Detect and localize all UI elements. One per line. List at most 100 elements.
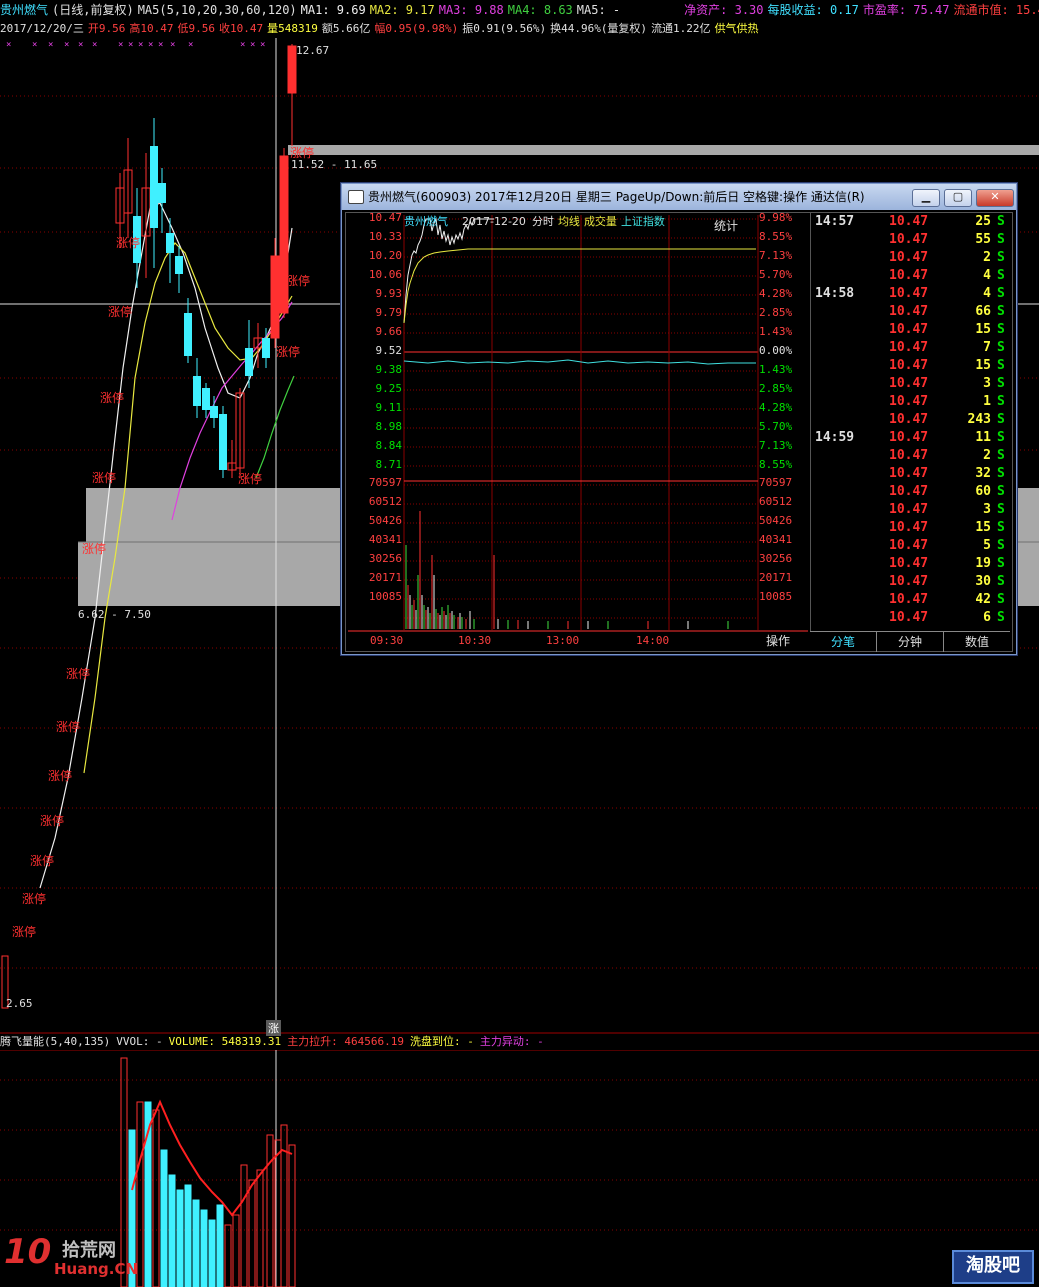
tick-price: 10.47	[889, 556, 929, 571]
tick-row[interactable]: 10.47 60 S	[811, 483, 1011, 501]
price-axis-label: 9.25	[375, 382, 403, 395]
tick-row[interactable]: 10.47 7 S	[811, 339, 1011, 357]
tick-row[interactable]: 10.47 32 S	[811, 465, 1011, 483]
tick-row[interactable]: 14:58 10.47 4 S	[811, 285, 1011, 303]
volume-axis-label: 40341	[368, 533, 402, 546]
price-axis-label: 8.98	[375, 420, 403, 433]
tick-volume: 60	[975, 484, 991, 499]
minimize-button[interactable]: ▁	[912, 189, 940, 207]
percent-axis-label: 5.70%	[759, 268, 793, 281]
limit-up-label: 涨停	[66, 667, 91, 681]
intraday-popup-window[interactable]: 贵州燃气(600903) 2017年12月20日 星期三 PageUp/Down…	[341, 183, 1017, 655]
stats-button[interactable]: 统计	[714, 217, 738, 234]
tick-volume: 66	[975, 304, 991, 319]
intraday-chart-area[interactable]: 贵州燃气 2017-12-20 分时 均线 成交量 上证指数 统计 10.47 10.33 1…	[348, 211, 808, 648]
intraday-legend: 贵州燃气 2017-12-20 分时 均线 成交量 上证指数	[404, 215, 804, 229]
popup-titlebar[interactable]: 贵州燃气(600903) 2017年12月20日 星期三 PageUp/Down…	[342, 184, 1016, 210]
intraday-chart[interactable]	[348, 215, 808, 635]
tick-row[interactable]: 14:57 10.47 25 S	[811, 213, 1011, 231]
tick-time: 14:57	[815, 214, 855, 229]
volume-axis-label: 50426	[368, 514, 402, 527]
volume-axis-label: 20171	[368, 571, 402, 584]
tick-volume: 3	[983, 376, 991, 391]
price-axis-label: 9.79	[375, 306, 403, 319]
volume-bar	[208, 1219, 216, 1287]
tick-price: 10.47	[889, 502, 929, 517]
tick-row[interactable]: 10.47 55 S	[811, 231, 1011, 249]
price-axis-label: 9.38	[375, 363, 403, 376]
volume-bar	[176, 1189, 184, 1287]
limit-up-label: 涨停	[100, 391, 125, 405]
tab-fenbi[interactable]: 分笔	[810, 632, 877, 652]
tick-price: 10.47	[889, 304, 929, 319]
tick-row[interactable]: 10.47 5 S	[811, 537, 1011, 555]
volume-value: VOLUME: 548319.31	[168, 1035, 282, 1048]
tick-row[interactable]: 14:59 10.47 11 S	[811, 429, 1011, 447]
operation-button[interactable]: 操作	[766, 632, 790, 649]
vol-indicator-title[interactable]: 腾飞量能(5,40,135)	[0, 1035, 110, 1048]
tick-row[interactable]: 10.47 15 S	[811, 519, 1011, 537]
tick-side: S	[997, 340, 1005, 355]
tick-volume: 30	[975, 574, 991, 589]
tick-row[interactable]: 10.47 30 S	[811, 573, 1011, 591]
price-axis-label: 9.11	[375, 401, 403, 414]
volume-axis-label: 70597	[368, 476, 402, 489]
tick-side: S	[997, 412, 1005, 427]
volume-bars	[120, 1057, 296, 1287]
maximize-button[interactable]: ▢	[944, 189, 972, 207]
limit-up-label: 涨停	[22, 892, 47, 906]
tick-row[interactable]: 10.47 3 S	[811, 501, 1011, 519]
limit-up-label: 涨停	[82, 542, 107, 556]
close-button[interactable]: ✕	[976, 189, 1014, 207]
tick-price: 10.47	[889, 286, 929, 301]
tick-side: S	[997, 268, 1005, 283]
price-axis-label: 10.33	[368, 230, 402, 243]
percent-axis-label: 7.13%	[759, 249, 793, 262]
tick-price: 10.47	[889, 358, 929, 373]
tick-row[interactable]: 10.47 66 S	[811, 303, 1011, 321]
tick-list[interactable]: 14:57 10.47 25 S 10.47 55 S 10.47 2 S 10.47 4 S 14:58…	[810, 213, 1011, 631]
tick-row[interactable]: 10.47 6 S	[811, 609, 1011, 627]
tick-side: S	[997, 250, 1005, 265]
intraday-grid	[348, 215, 808, 632]
limit-up-label: 涨停	[290, 146, 315, 160]
tick-price: 10.47	[889, 574, 929, 589]
tick-row[interactable]: 10.47 3 S	[811, 375, 1011, 393]
volume-axis-label: 60512	[759, 495, 793, 508]
watermark-url: Huang.CN	[54, 1260, 139, 1278]
tick-volume: 15	[975, 520, 991, 535]
tick-row[interactable]: 10.47 2 S	[811, 447, 1011, 465]
volume-axis-label: 30256	[759, 552, 793, 565]
volume-chart[interactable]	[0, 1050, 1039, 1287]
intraday-date: 2017-12-20	[462, 215, 526, 228]
tick-price: 10.47	[889, 322, 929, 337]
tick-row[interactable]: 10.47 1 S	[811, 393, 1011, 411]
limit-up-label: 涨停	[276, 345, 301, 359]
tick-row[interactable]: 10.47 4 S	[811, 267, 1011, 285]
price-axis-label: 9.93	[375, 287, 403, 300]
tick-volume: 15	[975, 322, 991, 337]
time-axis-label: 09:30	[370, 634, 404, 647]
tick-volume: 5	[983, 538, 991, 553]
legend-tick: 分时	[531, 215, 554, 228]
tab-minute[interactable]: 分钟	[877, 632, 944, 652]
tick-row[interactable]: 10.47 15 S	[811, 357, 1011, 375]
tick-row[interactable]: 10.47 42 S	[811, 591, 1011, 609]
limit-up-label: 涨停	[116, 236, 141, 250]
tick-volume: 4	[983, 286, 991, 301]
tick-row[interactable]: 10.47 15 S	[811, 321, 1011, 339]
percent-axis-label: 5.70%	[759, 420, 793, 433]
volume-bar	[160, 1149, 168, 1287]
tick-volume: 15	[975, 358, 991, 373]
tick-volume: 3	[983, 502, 991, 517]
tick-row[interactable]: 10.47 19 S	[811, 555, 1011, 573]
tick-tabs: 分笔 分钟 数值	[810, 631, 1010, 652]
tick-row[interactable]: 10.47 2 S	[811, 249, 1011, 267]
tick-side: S	[997, 592, 1005, 607]
percent-axis-label: 7.13%	[759, 439, 793, 452]
tick-price: 10.47	[889, 268, 929, 283]
limit-up-label: 涨停	[40, 814, 65, 828]
tick-side: S	[997, 322, 1005, 337]
tab-values[interactable]: 数值	[944, 632, 1010, 652]
tick-row[interactable]: 10.47 243 S	[811, 411, 1011, 429]
